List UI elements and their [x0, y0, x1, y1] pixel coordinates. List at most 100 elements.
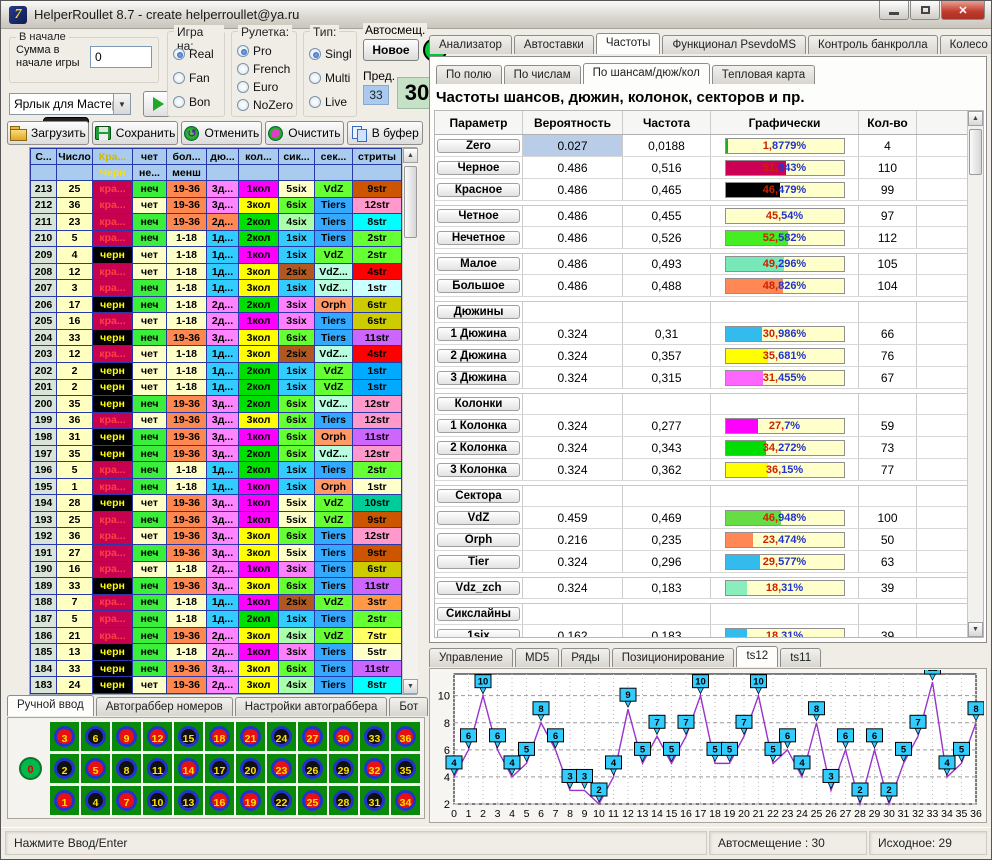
number-24[interactable]: 24	[267, 722, 296, 751]
new-button[interactable]: Новое	[363, 39, 419, 61]
input-tab-1[interactable]: Автограббер номеров	[96, 697, 233, 716]
number-32[interactable]: 32	[360, 754, 389, 783]
history-scrollbar[interactable]: ▲ ▼	[402, 148, 418, 694]
parameter-button[interactable]: 1 Дюжина	[437, 327, 520, 341]
history-row[interactable]: 2012чернчет1-181д...2кол1sixVdZ1str	[31, 379, 402, 396]
clear-button[interactable]: Очистить	[265, 121, 343, 145]
minimize-button[interactable]	[879, 1, 909, 20]
scroll-down-icon[interactable]: ▼	[403, 679, 418, 694]
number-5[interactable]: 5	[81, 754, 110, 783]
number-8[interactable]: 8	[112, 754, 141, 783]
number-11[interactable]: 11	[143, 754, 172, 783]
history-row[interactable]: 20433черннеч19-363д...3кол6sixTiers11str	[31, 329, 402, 346]
parameter-button[interactable]: Большое	[437, 279, 520, 293]
number-33[interactable]: 33	[360, 722, 389, 751]
radio-nozero[interactable]: NoZero	[237, 98, 296, 112]
history-row[interactable]: 21236кра...чет19-363д...3кол6sixTiers12s…	[31, 197, 402, 214]
number-20[interactable]: 20	[236, 754, 265, 783]
freq-sub-tab-1[interactable]: По числам	[504, 65, 581, 84]
history-row[interactable]: 19831черннеч19-363д...1кол6sixOrph11str	[31, 429, 402, 446]
history-row[interactable]: 20812кра...чет1-181д...3кол2sixVdZ...4st…	[31, 263, 402, 280]
radio-bon[interactable]: Bon	[173, 95, 224, 109]
number-14[interactable]: 14	[174, 754, 203, 783]
radio-french[interactable]: French	[237, 62, 296, 76]
main-tab-0[interactable]: Анализатор	[429, 35, 512, 54]
start-sum-input[interactable]	[90, 46, 152, 68]
load-button[interactable]: Загрузить	[7, 121, 89, 145]
number-0[interactable]: 0	[16, 754, 45, 783]
parameter-button[interactable]: 3 Дюжина	[437, 371, 520, 385]
parameter-button[interactable]: VdZ	[437, 511, 520, 525]
history-row[interactable]: 18513черннеч1-182д...1кол3sixTiers5str	[31, 644, 402, 661]
radio-real[interactable]: Real	[173, 47, 224, 61]
parameter-button[interactable]: 1six	[437, 629, 520, 638]
history-row[interactable]: 2094чернчет1-181д...1кол1sixVdZ2str	[31, 247, 402, 264]
radio-pro[interactable]: Pro	[237, 44, 296, 58]
scroll-down-icon[interactable]: ▼	[968, 622, 983, 637]
number-9[interactable]: 9	[112, 722, 141, 751]
history-row[interactable]: 19325кра...неч19-363д...1кол5sixVdZ9str	[31, 511, 402, 528]
history-row[interactable]: 20617черннеч1-182д...2кол3sixOrph6str	[31, 296, 402, 313]
parameter-button[interactable]: 2 Дюжина	[437, 349, 520, 363]
history-row[interactable]: 2105кра...неч1-181д...2кол1sixTiers2str	[31, 230, 402, 247]
number-21[interactable]: 21	[236, 722, 265, 751]
parameter-button[interactable]: Orph	[437, 533, 520, 547]
history-row[interactable]: 21325кра...неч19-363д...1кол5sixVdZ9str	[31, 181, 402, 198]
section-header-button[interactable]: Дюжины	[437, 305, 520, 319]
history-scroll-thumb[interactable]	[404, 166, 417, 238]
number-22[interactable]: 22	[267, 786, 296, 815]
number-16[interactable]: 16	[205, 786, 234, 815]
number-1[interactable]: 1	[50, 786, 79, 815]
history-row[interactable]: 19127кра...неч19-363д...3кол5sixTiers9st…	[31, 545, 402, 562]
history-row[interactable]: 19735черннеч19-363д...2кол6sixVdZ...12st…	[31, 445, 402, 462]
number-10[interactable]: 10	[143, 786, 172, 815]
history-row[interactable]: 1951кра...неч1-181д...1кол1sixOrph1str	[31, 478, 402, 495]
main-tab-3[interactable]: Функционал PsevdoMS	[662, 35, 806, 54]
parameter-button[interactable]: Zero	[437, 139, 520, 153]
parameter-button[interactable]: 3 Колонка	[437, 463, 520, 477]
freq-sub-tab-3[interactable]: Тепловая карта	[712, 65, 815, 84]
number-27[interactable]: 27	[298, 722, 327, 751]
freq-sub-tab-0[interactable]: По полю	[436, 65, 502, 84]
series-tab-1[interactable]: MD5	[515, 648, 559, 667]
number-3[interactable]: 3	[50, 722, 79, 751]
number-7[interactable]: 7	[112, 786, 141, 815]
number-13[interactable]: 13	[174, 786, 203, 815]
number-34[interactable]: 34	[391, 786, 420, 815]
freq-sub-tab-2[interactable]: По шансам/дюж/кол	[583, 63, 710, 84]
main-tab-4[interactable]: Контроль банкролла	[808, 35, 938, 54]
parameter-button[interactable]: Малое	[437, 257, 520, 271]
parameter-button[interactable]: 1 Колонка	[437, 419, 520, 433]
number-2[interactable]: 2	[50, 754, 79, 783]
number-17[interactable]: 17	[205, 754, 234, 783]
history-row[interactable]: 1875кра...неч1-181д...2кол1sixTiers2str	[31, 611, 402, 628]
number-26[interactable]: 26	[298, 754, 327, 783]
series-tab-4[interactable]: ts12	[736, 646, 778, 667]
scroll-up-icon[interactable]: ▲	[403, 148, 418, 163]
close-button[interactable]: ✕	[941, 1, 985, 20]
parameter-button[interactable]: Четное	[437, 209, 520, 223]
history-row[interactable]: 20516кра...чет1-182д...1кол3sixTiers6str	[31, 313, 402, 330]
number-23[interactable]: 23	[267, 754, 296, 783]
preset-combobox[interactable]: Ярлык для Мастер ▼	[9, 93, 131, 115]
input-tab-2[interactable]: Настройки автограббера	[235, 697, 388, 716]
radio-euro[interactable]: Euro	[237, 80, 296, 94]
series-tab-0[interactable]: Управление	[429, 648, 513, 667]
history-row[interactable]: 18324чернчет19-362д...3кол4sixTiers8str	[31, 677, 402, 694]
history-row[interactable]: 20035черннеч19-363д...2кол6sixVdZ...12st…	[31, 396, 402, 413]
number-35[interactable]: 35	[391, 754, 420, 783]
frequencies-scrollbar[interactable]: ▲ ▼	[967, 111, 983, 637]
history-row[interactable]: 2022чернчет1-181д...2кол1sixVdZ1str	[31, 363, 402, 380]
history-row[interactable]: 18621кра...неч19-362д...3кол4sixVdZ7str	[31, 627, 402, 644]
main-tab-5[interactable]: Колесо рулет	[940, 35, 992, 54]
history-row[interactable]: 2073кра...неч1-181д...3кол1sixVdZ...1str	[31, 280, 402, 297]
section-header-button[interactable]: Колонки	[437, 397, 520, 411]
chevron-down-icon[interactable]: ▼	[113, 94, 130, 114]
history-row[interactable]: 18433черннеч19-363д...3кол6sixTiers11str	[31, 660, 402, 677]
history-row[interactable]: 19236кра...чет19-363д...3кол6sixTiers12s…	[31, 528, 402, 545]
number-28[interactable]: 28	[329, 786, 358, 815]
number-36[interactable]: 36	[391, 722, 420, 751]
number-29[interactable]: 29	[329, 754, 358, 783]
series-tab-5[interactable]: ts11	[780, 648, 821, 667]
frequencies-scroll-thumb[interactable]	[969, 129, 982, 175]
